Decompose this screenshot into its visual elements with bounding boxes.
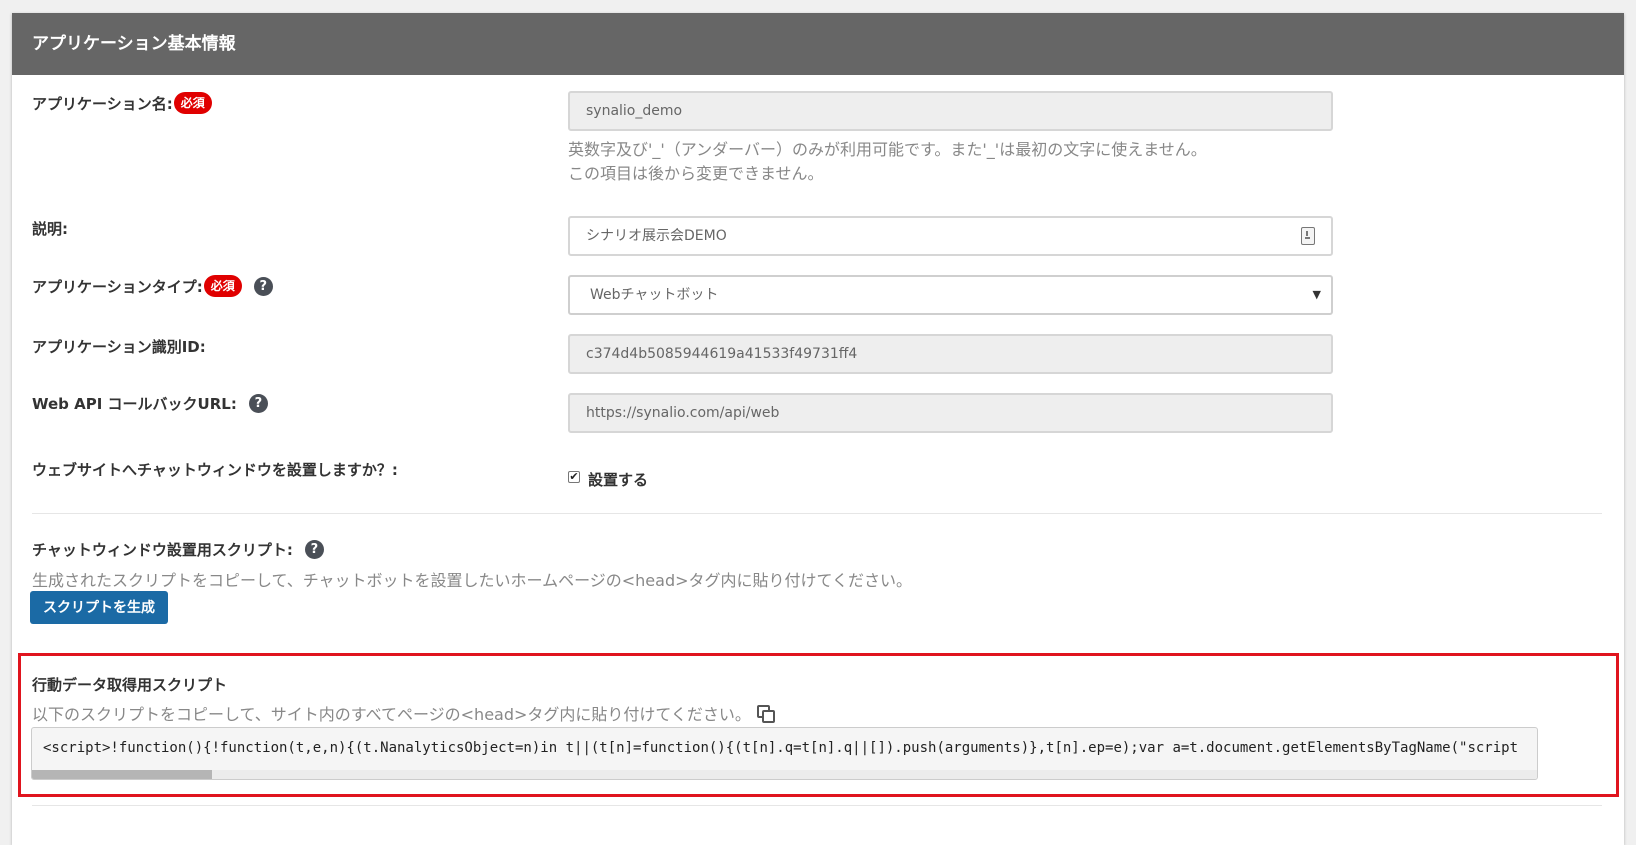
chevron-down-icon: ▼ [1312,288,1321,301]
callback-label-row: Web API コールバックURL: ? [32,393,268,414]
description-field[interactable]: シナリオ展示会DEMO [568,216,1333,256]
panel-header: アプリケーション基本情報 [12,13,1624,75]
chat-script-description: 生成されたスクリプトをコピーして、チャットボットを設置したいホームページの<he… [32,571,913,590]
app-name-label: アプリケーション名: [32,94,173,113]
install-window-label-row: ウェブサイトへチャットウィンドウを設置しますか？: [32,459,398,480]
description-value: シナリオ展示会DEMO [586,228,727,244]
install-window-checkbox-label[interactable]: 設置する [588,469,648,490]
help-icon[interactable]: ? [248,394,268,413]
install-window-checkbox[interactable]: ✔ [568,471,580,483]
chat-script-label: チャットウィンドウ設置用スクリプト: [32,541,293,559]
description-label-row: 説明: [32,218,68,239]
app-id-label: アプリケーション識別ID: [32,338,206,356]
horizontal-scrollbar[interactable] [32,770,1537,779]
divider [32,513,1602,514]
app-name-label-row: アプリケーション名: 必須 [32,92,212,114]
description-label: 説明: [32,220,68,238]
generate-script-button[interactable]: スクリプトを生成 [30,591,168,624]
behavior-script-description: 以下のスクリプトをコピーして、サイト内のすべてページの<head>タグ内に貼り付… [32,705,751,724]
behavior-script-code: <script>!function(){!function(t,e,n){(t.… [43,740,1519,756]
app-type-label-row: アプリケーションタイプ: 必須 ? [32,275,273,297]
app-type-label: アプリケーションタイプ: [32,277,203,296]
scrollbar-thumb[interactable] [32,770,212,779]
app-name-note-1: 英数字及び'_'（アンダーバー）のみが利用可能です。また'_'は最初の文字に使え… [568,140,1207,159]
app-id-field[interactable]: c374d4b5085944619a41533f49731ff4 [568,334,1333,374]
install-window-label: ウェブサイトへチャットウィンドウを設置しますか？: [32,461,398,479]
input-assist-icon[interactable] [1301,227,1315,245]
required-badge: 必須 [173,92,212,114]
app-type-value: Webチャットボット [590,287,719,303]
chat-script-label-row: チャットウィンドウ設置用スクリプト: ? [32,539,324,560]
help-icon[interactable]: ? [253,276,273,296]
behavior-script-title-row: 行動データ取得用スクリプト [32,674,227,695]
app-name-note-2: この項目は後から変更できません。 [568,164,824,183]
copy-icon[interactable] [756,705,775,723]
behavior-script-title: 行動データ取得用スクリプト [32,676,228,694]
app-info-panel: アプリケーション基本情報 アプリケーション名: 必須 synalio_demo … [12,13,1624,845]
required-badge: 必須 [203,275,242,297]
behavior-script-description-row: 以下のスクリプトをコピーして、サイト内のすべてページの<head>タグ内に貼り付… [32,701,775,725]
app-name-field[interactable]: synalio_demo [568,91,1333,131]
behavior-script-code-box[interactable]: <script>!function(){!function(t,e,n){(t.… [31,727,1538,780]
divider [32,805,1602,806]
app-id-label-row: アプリケーション識別ID: [32,336,206,357]
help-icon[interactable]: ? [304,540,324,559]
app-type-select[interactable]: Webチャットボット ▼ [568,275,1333,315]
callback-url-field[interactable]: https://synalio.com/api/web [568,393,1333,433]
callback-label: Web API コールバックURL: [32,395,237,413]
